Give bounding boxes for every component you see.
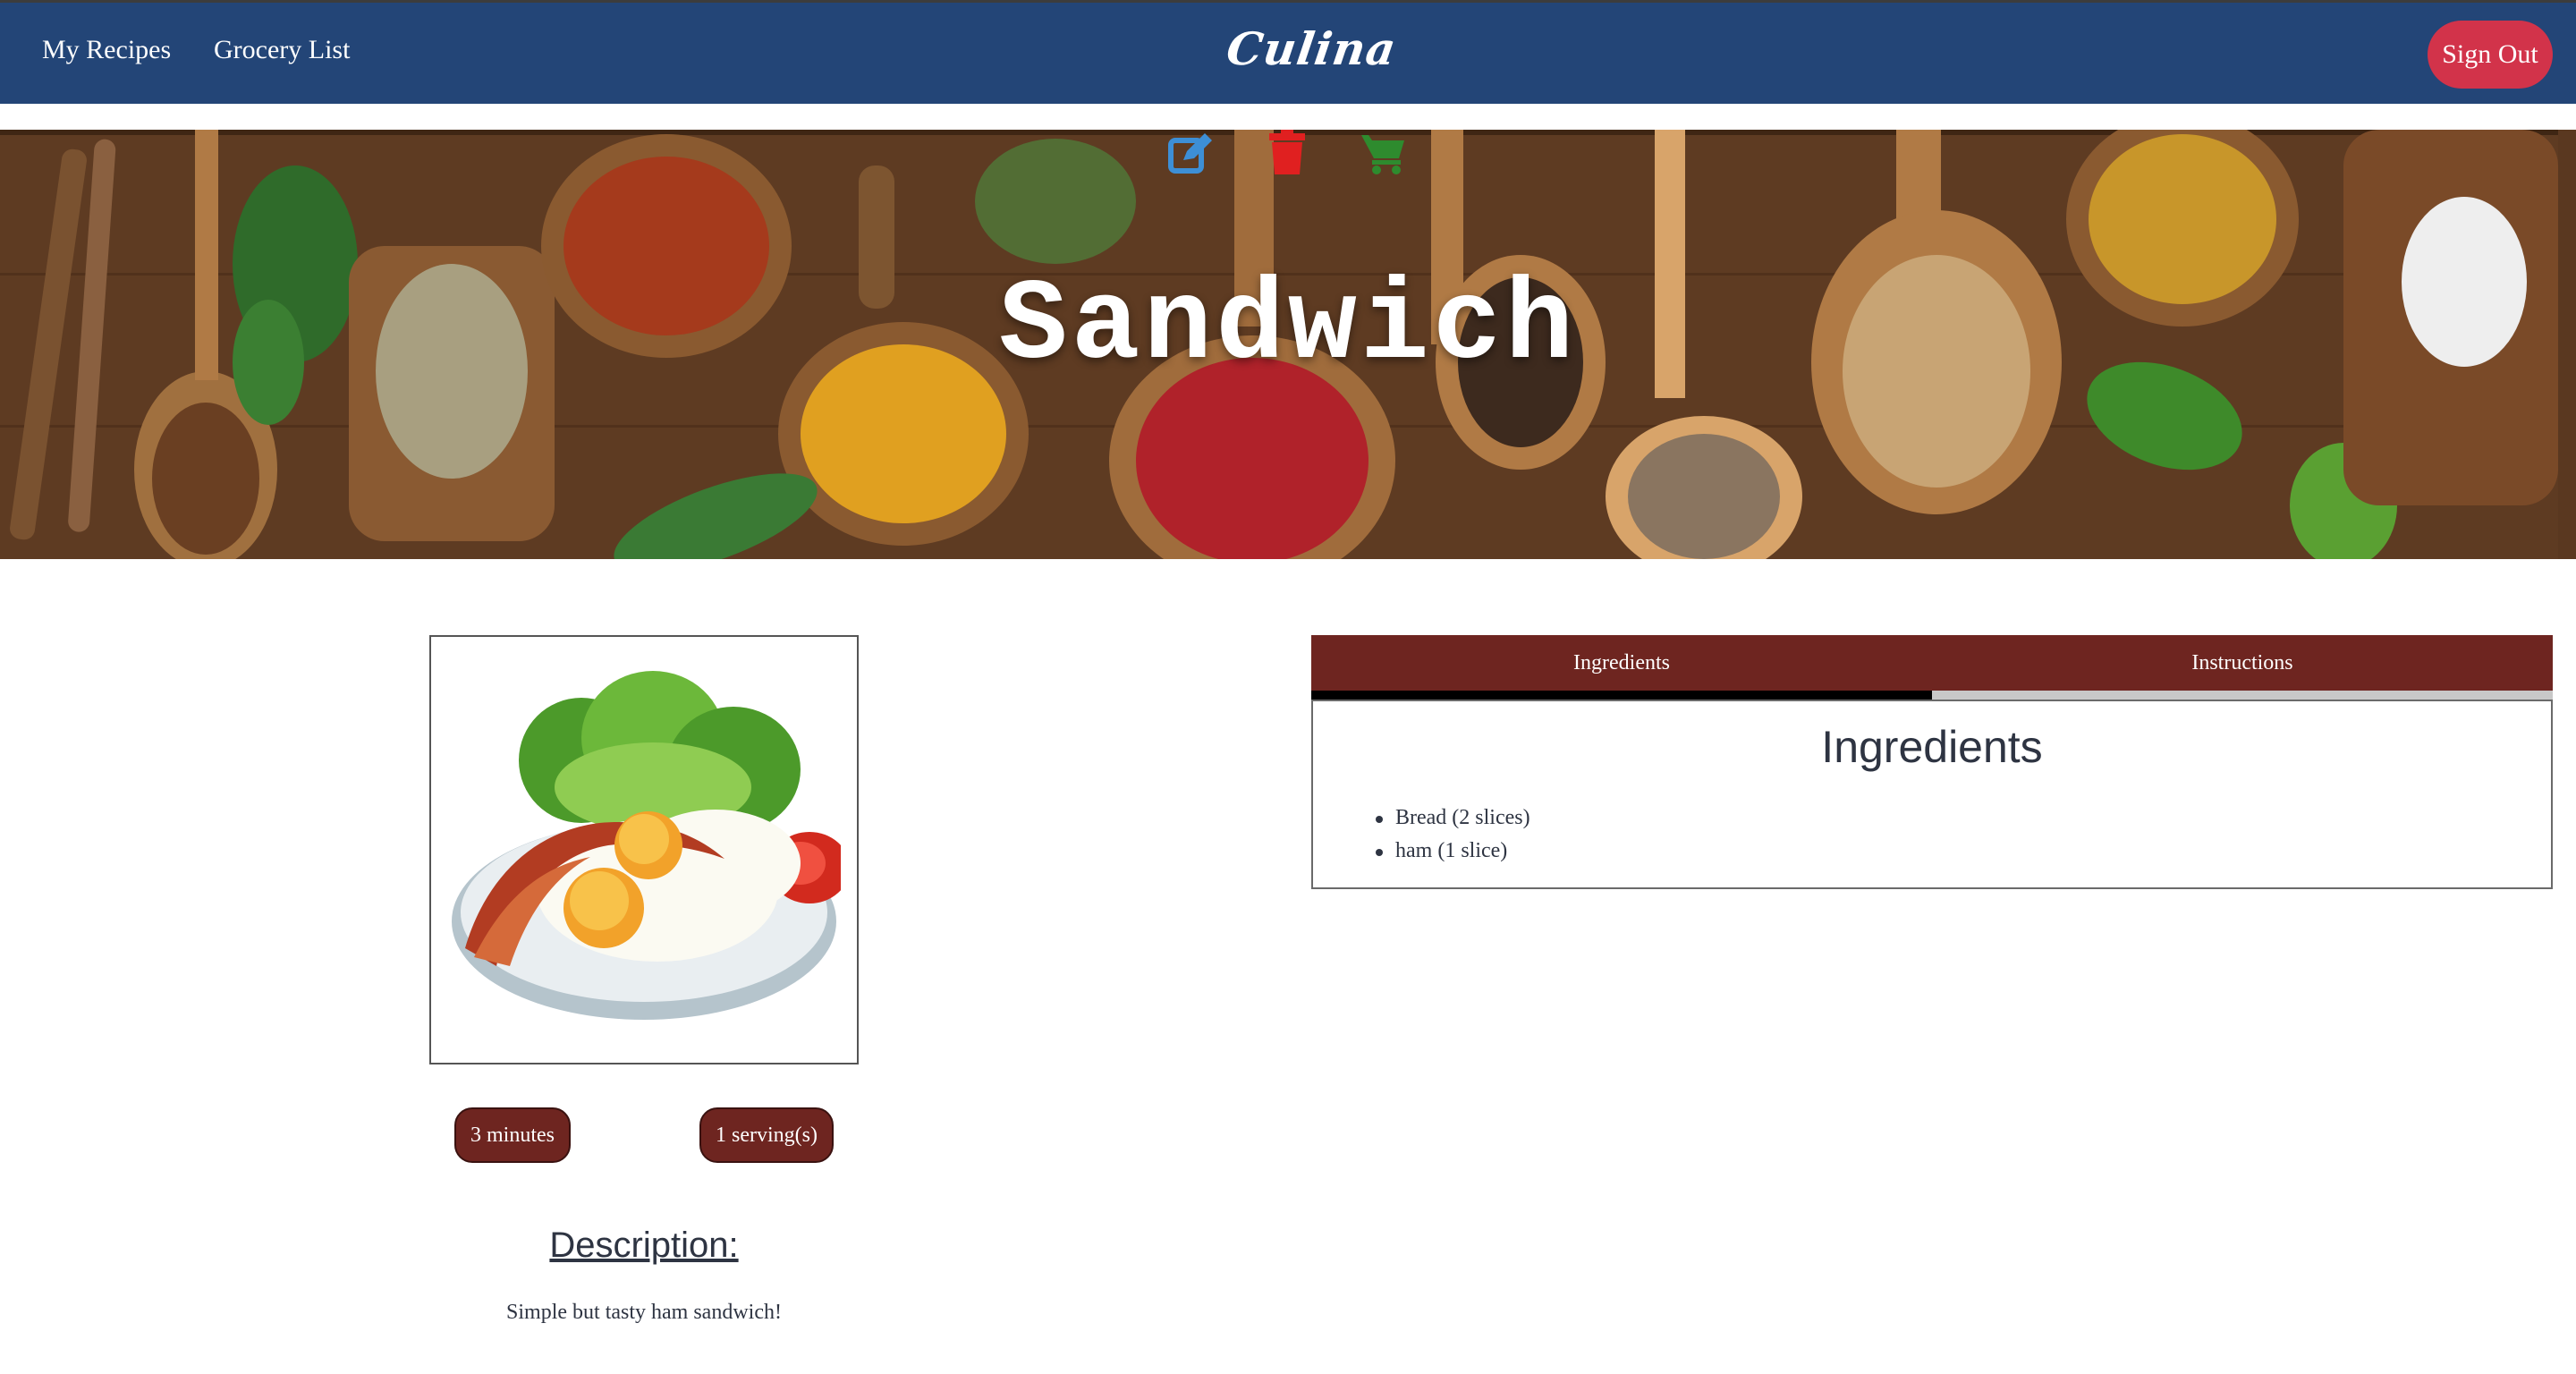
cart-icon[interactable]: [1360, 130, 1406, 176]
tab-ingredients[interactable]: Ingredients: [1311, 635, 1932, 700]
ingredients-panel: Ingredients Bread (2 slices) ham (1 slic…: [1311, 700, 2553, 889]
list-item: Bread (2 slices): [1376, 802, 1530, 835]
tab-instructions[interactable]: Instructions: [1932, 635, 2553, 700]
ingredients-list: Bread (2 slices) ham (1 slice): [1376, 802, 1530, 868]
nav-grocery-list-link[interactable]: Grocery List: [214, 35, 350, 65]
time-badge: 3 minutes: [454, 1107, 571, 1163]
list-item: ham (1 slice): [1376, 835, 1530, 868]
ingredients-heading: Ingredients: [1821, 722, 2043, 772]
description-heading: Description:: [549, 1226, 739, 1265]
brand-logo[interactable]: Culina: [1224, 22, 1400, 75]
navbar: My Recipes Grocery List Culina Sign Out: [0, 0, 2576, 104]
recipe-photo: [429, 635, 859, 1064]
hero-banner: Sandwich: [0, 130, 2576, 559]
servings-badge: 1 serving(s): [699, 1107, 834, 1163]
sign-out-button[interactable]: Sign Out: [2428, 21, 2553, 89]
edit-icon[interactable]: [1167, 130, 1214, 176]
sandwich-image: [452, 671, 841, 1020]
recipe-tabs: Ingredients Instructions: [1311, 635, 2553, 700]
trash-icon[interactable]: [1264, 130, 1310, 176]
nav-my-recipes-link[interactable]: My Recipes: [42, 35, 171, 65]
description-text: Simple but tasty ham sandwich!: [506, 1301, 782, 1324]
recipe-title: Sandwich: [998, 262, 1578, 392]
